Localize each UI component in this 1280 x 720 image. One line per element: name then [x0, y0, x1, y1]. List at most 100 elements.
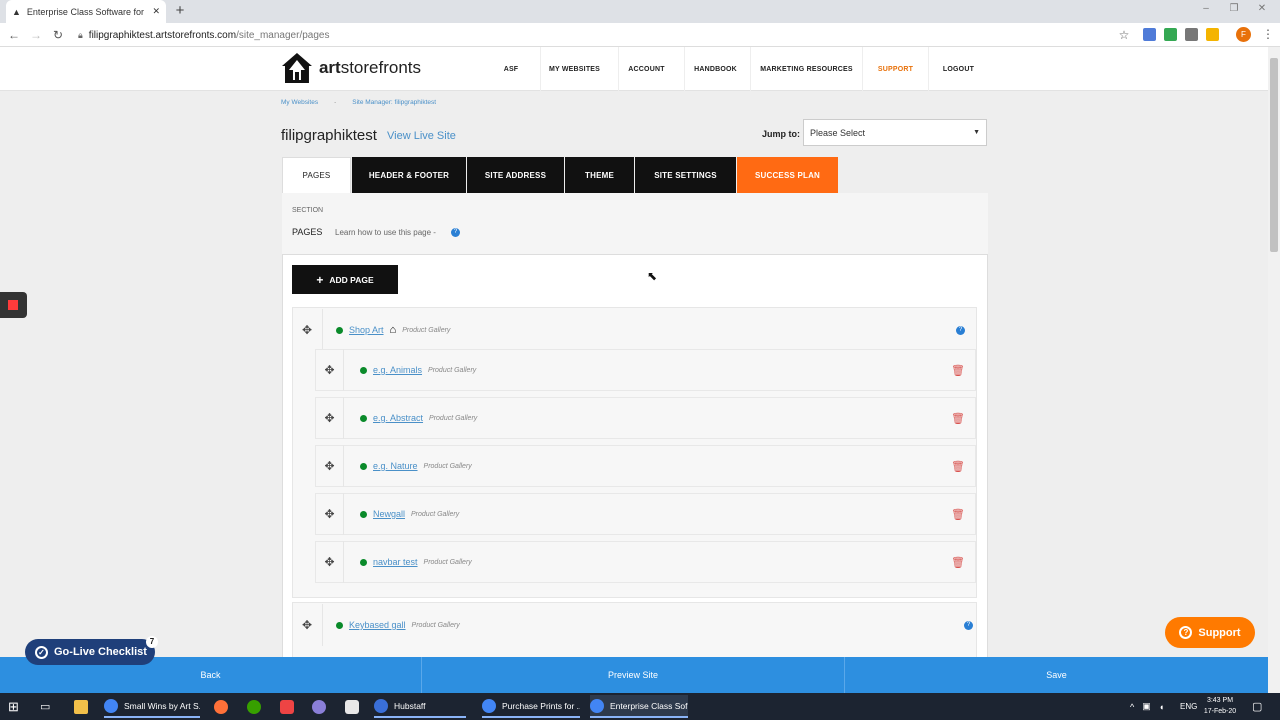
page-link[interactable]: Shop Art [349, 325, 384, 335]
mouse-cursor-icon: ⬉ [647, 269, 658, 283]
restore-icon[interactable]: ❐ [1226, 3, 1242, 17]
nav-logout[interactable]: LOGOUT [928, 47, 988, 91]
hubstaff-icon [374, 698, 388, 713]
breadcrumb-site-manager[interactable]: Site Manager: filipgraphiktest [352, 99, 436, 106]
page-link[interactable]: e.g. Nature [373, 461, 418, 471]
trash-icon[interactable]: 🗑︎ [951, 508, 965, 521]
page-row[interactable]: ✥ navbar test Product Gallery 🗑︎ [315, 541, 976, 583]
tab-pages[interactable]: PAGES [282, 157, 351, 193]
taskbar-item-label: Enterprise Class Sof... [610, 700, 688, 711]
back-arrow-icon[interactable]: ← [6, 27, 22, 43]
tab-site-address[interactable]: SITE ADDRESS [467, 157, 564, 193]
firefox-icon[interactable] [214, 695, 230, 718]
extension-puzzle-icon[interactable] [1164, 28, 1177, 41]
dropdown-arrow-icon: ▼ [973, 129, 980, 136]
nav-support[interactable]: SUPPORT [862, 47, 928, 91]
new-tab-button[interactable]: + [172, 3, 188, 19]
drag-handle-icon[interactable]: ✥ [292, 309, 323, 351]
page-type: Product Gallery [423, 462, 472, 470]
nav-marketing-resources[interactable]: MARKETING RESOURCES [750, 47, 862, 91]
page-link[interactable]: e.g. Animals [373, 365, 422, 375]
page-row[interactable]: ✥ e.g. Nature Product Gallery 🗑︎ [315, 445, 976, 487]
preview-site-button[interactable]: Preview Site [422, 657, 845, 693]
page-link[interactable]: Newgall [373, 509, 405, 519]
page-row[interactable]: ✥ e.g. Abstract Product Gallery 🗑︎ [315, 397, 976, 439]
page-title: filipgraphiktest [281, 127, 377, 144]
page-row[interactable]: ✥ Newgall Product Gallery 🗑︎ [315, 493, 976, 535]
trash-icon[interactable]: 🗑︎ [951, 460, 965, 473]
taskbar-chrome-enterprise[interactable]: Enterprise Class Sof... [590, 695, 688, 718]
add-page-button[interactable]: + ADD PAGE [292, 265, 398, 294]
task-view-icon[interactable]: ▭ [40, 695, 56, 718]
artstorefronts-logo[interactable]: artstorefronts [281, 51, 421, 85]
extension-rss-icon[interactable] [1143, 28, 1156, 41]
minimize-icon[interactable]: – [1198, 3, 1214, 17]
tab-theme[interactable]: THEME [565, 157, 634, 193]
windows-start-icon[interactable]: ⊞ [8, 695, 24, 718]
page-row[interactable]: ✥ e.g. Animals Product Gallery 🗑︎ [315, 349, 976, 391]
trash-icon[interactable]: 🗑︎ [951, 412, 965, 425]
taskbar-chrome-purchase-prints[interactable]: Purchase Prints for ... [482, 695, 580, 718]
drag-handle-icon[interactable]: ✥ [316, 541, 344, 583]
reload-icon[interactable]: ↻ [50, 27, 66, 43]
breadcrumb-separator: - [334, 99, 337, 106]
drag-handle-icon[interactable]: ✥ [316, 349, 344, 391]
record-stop-button[interactable] [0, 292, 27, 318]
app-purple-icon[interactable] [312, 695, 328, 718]
address-bar[interactable]: 🔒︎ filipgraphiktest.artstorefronts.com/s… [78, 26, 1138, 44]
page-link[interactable]: Keybased gall [349, 620, 406, 630]
extension-note-icon[interactable] [1206, 28, 1219, 41]
tab-site-settings[interactable]: SITE SETTINGS [635, 157, 736, 193]
support-chat-button[interactable]: ? Support [1165, 617, 1255, 648]
profile-avatar[interactable]: F [1236, 27, 1251, 42]
page-link[interactable]: navbar test [373, 557, 418, 567]
app-red-icon[interactable] [280, 695, 296, 718]
scrollbar-thumb[interactable] [1270, 58, 1278, 252]
taskbar-hubstaff[interactable]: Hubstaff [374, 695, 466, 718]
learn-how-link[interactable]: Learn how to use this page - [335, 228, 436, 237]
close-tab-icon[interactable]: ✕ [152, 6, 160, 17]
tab-success-plan[interactable]: SUCCESS PLAN [737, 157, 838, 193]
nav-account[interactable]: ACCOUNT [618, 47, 674, 91]
url-path: /site_manager/pages [236, 29, 330, 41]
save-button[interactable]: Save [845, 657, 1268, 693]
nav-handbook[interactable]: HANDBOOK [684, 47, 746, 91]
tray-chevron-icon: ^ [1130, 701, 1135, 712]
browser-menu-icon[interactable]: ⋮ [1262, 27, 1274, 42]
breadcrumb-my-websites[interactable]: My Websites [281, 99, 318, 106]
notification-icon[interactable]: ▢ [1252, 695, 1268, 718]
drag-handle-icon[interactable]: ✥ [292, 604, 323, 646]
trash-icon[interactable]: 🗑︎ [951, 556, 965, 569]
help-icon[interactable]: ? [964, 620, 973, 630]
language-indicator[interactable]: ENG [1180, 695, 1200, 718]
taskbar-item-label: Small Wins by Art S... [124, 700, 200, 711]
nav-my-websites[interactable]: MY WEBSITES [540, 47, 608, 91]
bookmark-star-icon[interactable]: ☆ [1116, 27, 1132, 43]
help-icon[interactable]: ? [956, 325, 965, 335]
extension-capture-icon[interactable] [1185, 28, 1198, 41]
slack-icon[interactable] [345, 695, 361, 718]
close-window-icon[interactable]: ✕ [1254, 3, 1270, 17]
nav-asf[interactable]: ASF [497, 47, 525, 91]
support-label: Support [1198, 626, 1241, 639]
drag-handle-icon[interactable]: ✥ [316, 445, 344, 487]
jump-to-select[interactable]: Please Select ▼ [803, 119, 987, 146]
section-header [282, 193, 988, 255]
trash-icon[interactable]: 🗑︎ [951, 364, 965, 377]
taskbar-chrome-small-wins[interactable]: Small Wins by Art S... [104, 695, 200, 718]
taskbar-clock[interactable]: 3:43 PM 17-Feb-20 [1200, 695, 1240, 717]
tab-header-footer[interactable]: HEADER & FOOTER [352, 157, 466, 193]
view-live-site-link[interactable]: View Live Site [387, 130, 456, 142]
drag-handle-icon[interactable]: ✥ [316, 397, 344, 439]
browser-tab[interactable]: ▲ Enterprise Class Software for Pri ✕ [6, 0, 166, 23]
page-link[interactable]: e.g. Abstract [373, 413, 423, 423]
forward-arrow-icon[interactable]: → [28, 27, 44, 43]
go-live-checklist-button[interactable]: ✓ Go-Live Checklist [25, 639, 155, 665]
page-row[interactable]: ✥ Keybased gall Product Gallery ? [292, 604, 977, 646]
drag-handle-icon[interactable]: ✥ [316, 493, 344, 535]
volume-icon: ◖ [1158, 701, 1165, 712]
upwork-icon[interactable] [247, 695, 263, 718]
help-icon[interactable]: ? [451, 228, 460, 237]
page-row[interactable]: ✥ Shop Art ⌂ Product Gallery ? [292, 309, 977, 351]
file-explorer-icon[interactable] [74, 695, 90, 718]
